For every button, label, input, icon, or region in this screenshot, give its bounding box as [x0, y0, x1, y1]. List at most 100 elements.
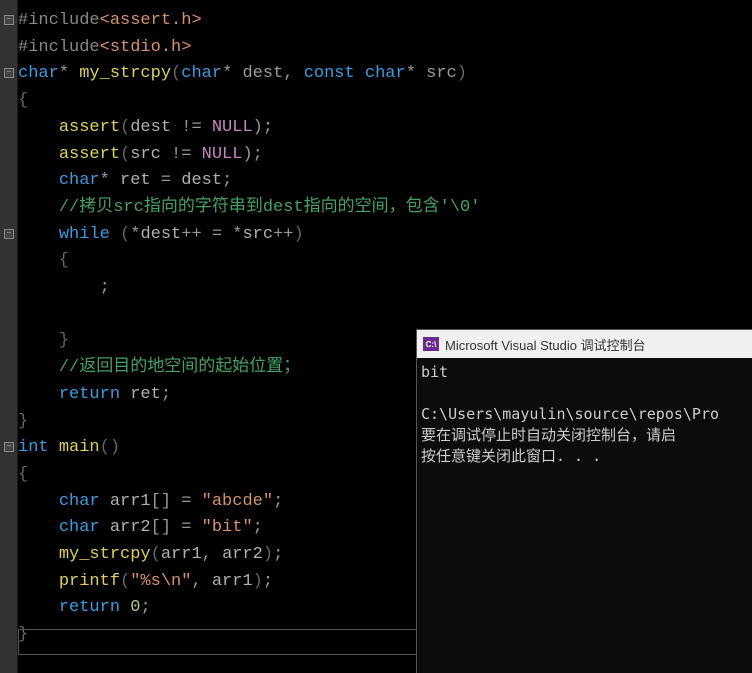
token: } [18, 412, 28, 431]
code-line[interactable]: int main() [18, 435, 480, 462]
token: ; [222, 171, 232, 190]
token: char [181, 64, 222, 83]
token: ) [457, 64, 467, 83]
token: <assert.h> [100, 11, 202, 30]
token: int [18, 438, 49, 457]
token: my_strcpy [59, 545, 151, 564]
token: arr1 [161, 545, 202, 564]
token: = [151, 171, 182, 190]
token: ) [263, 545, 273, 564]
token: src [242, 225, 273, 244]
code-line[interactable]: return 0; [18, 595, 480, 622]
code-line[interactable]: { [18, 88, 480, 115]
token: src [426, 64, 457, 83]
code-line[interactable]: return ret; [18, 382, 480, 409]
token: "bit" [202, 518, 253, 537]
code-line[interactable]: while (*dest++ = *src++) [18, 222, 480, 249]
console-window[interactable]: C:\ Microsoft Visual Studio 调试控制台 bit C:… [416, 329, 752, 673]
token [18, 305, 100, 324]
token [18, 118, 59, 137]
code-line[interactable]: char arr1[] = "abcde"; [18, 489, 480, 516]
code-line[interactable]: assert(dest != NULL); [18, 115, 480, 142]
token: ( [151, 545, 161, 564]
token: [] = [151, 492, 202, 511]
token: char [59, 492, 100, 511]
code-line[interactable]: //返回目的地空间的起始位置； [18, 355, 480, 382]
token: ret [130, 385, 161, 404]
cursor-line [18, 629, 418, 655]
token: { [18, 91, 28, 110]
token: char [59, 518, 100, 537]
token: , [283, 64, 303, 83]
code-line[interactable]: { [18, 248, 480, 275]
token: ( [120, 118, 130, 137]
token: { [18, 251, 69, 270]
token [18, 171, 59, 190]
code-line[interactable]: //拷贝src指向的字符串到dest指向的空间，包含'\0' [18, 195, 480, 222]
fold-toggle[interactable]: − [4, 15, 14, 25]
token [18, 198, 59, 217]
token: * [406, 64, 426, 83]
code-line[interactable]: char* ret = dest; [18, 168, 480, 195]
code-line[interactable]: printf("%s\n", arr1); [18, 569, 480, 596]
code-line[interactable]: #include<assert.h> [18, 8, 480, 35]
code-line[interactable]: my_strcpy(arr1, arr2); [18, 542, 480, 569]
token: * [59, 64, 79, 83]
token: , [202, 545, 222, 564]
token: <stdio.h> [100, 38, 192, 57]
code-line[interactable]: char arr2[] = "bit"; [18, 515, 480, 542]
token [18, 545, 59, 564]
token [18, 385, 59, 404]
token: ; [273, 545, 283, 564]
code-line[interactable]: #include<stdio.h> [18, 35, 480, 62]
gutter: − − − − [0, 0, 18, 673]
token: arr2 [110, 518, 151, 537]
token: != [161, 145, 202, 164]
code-area[interactable]: #include<assert.h>#include<stdio.h>char*… [18, 8, 480, 649]
token [355, 64, 365, 83]
token: my_strcpy [79, 64, 171, 83]
token: } [18, 331, 69, 350]
token: #include [18, 38, 100, 57]
code-line[interactable]: { [18, 462, 480, 489]
code-line[interactable]: ; [18, 275, 480, 302]
token: //拷贝src指向的字符串到dest指向的空间，包含'\0' [59, 198, 481, 217]
token: * [130, 225, 140, 244]
code-line[interactable]: assert(src != NULL); [18, 142, 480, 169]
token: char [365, 64, 406, 83]
console-title-text: Microsoft Visual Studio 调试控制台 [445, 335, 646, 354]
token: char [18, 64, 59, 83]
token: NULL [202, 145, 243, 164]
token: dest [181, 171, 222, 190]
token: return [59, 385, 120, 404]
token: "abcde" [202, 492, 273, 511]
token: printf [59, 572, 120, 591]
token: ret [120, 171, 151, 190]
token: char [59, 171, 100, 190]
token: ) [293, 225, 303, 244]
token: arr2 [222, 545, 263, 564]
token [18, 145, 59, 164]
code-line[interactable] [18, 302, 480, 329]
console-titlebar[interactable]: C:\ Microsoft Visual Studio 调试控制台 [417, 330, 752, 358]
fold-toggle[interactable]: − [4, 229, 14, 239]
token [18, 598, 59, 617]
token: return [59, 598, 120, 617]
token: assert [59, 118, 120, 137]
code-line[interactable]: } [18, 328, 480, 355]
token: ); [253, 118, 273, 137]
fold-toggle[interactable]: − [4, 442, 14, 452]
token: ); [242, 145, 262, 164]
token: { [18, 465, 28, 484]
code-line[interactable]: } [18, 409, 480, 436]
fold-toggle[interactable]: − [4, 68, 14, 78]
token: ; [253, 518, 263, 537]
token: * [222, 64, 242, 83]
token: [] = [151, 518, 202, 537]
token: //返回目的地空间的起始位置； [59, 358, 300, 377]
code-line[interactable]: char* my_strcpy(char* dest, const char* … [18, 61, 480, 88]
console-output: bit C:\Users\mayulin\source\repos\Pro 要在… [417, 358, 752, 471]
token: assert [59, 145, 120, 164]
token [18, 572, 59, 591]
token: ++ = * [181, 225, 242, 244]
